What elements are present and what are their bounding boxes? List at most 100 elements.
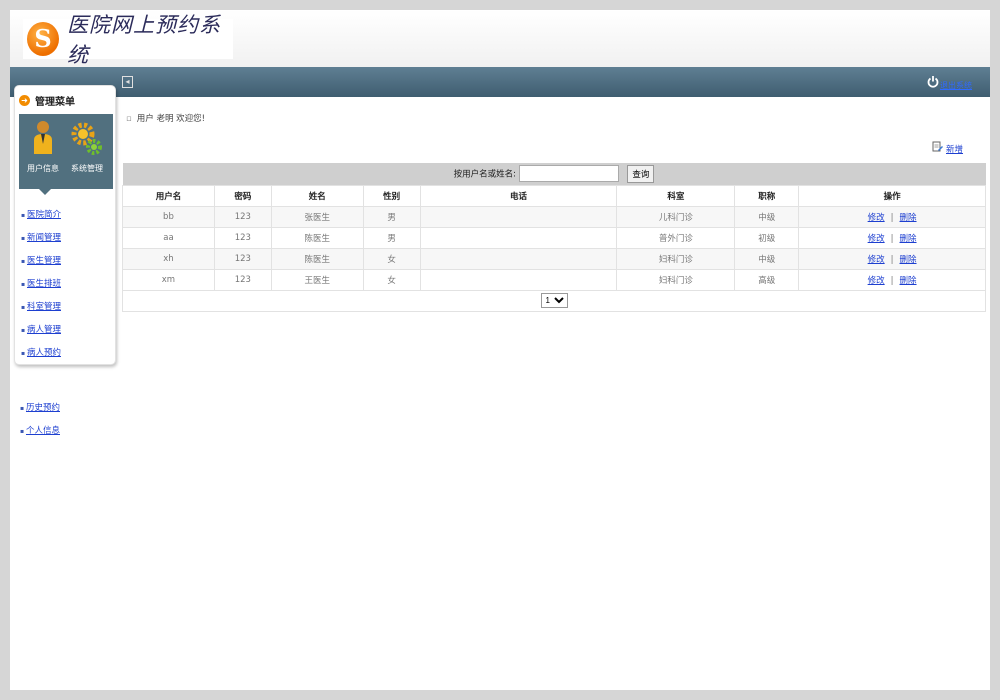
role-label: 用户信息 bbox=[27, 164, 59, 173]
edit-link[interactable]: 修改 bbox=[868, 276, 885, 286]
table-row: aa 123 陈医生 男 普外门诊 初级 修改 | 删除 bbox=[122, 226, 986, 249]
separator: | bbox=[890, 233, 894, 244]
pager-row: 1 bbox=[122, 289, 986, 312]
role-system-admin[interactable]: 系统管理 bbox=[67, 120, 107, 174]
sidebar-link[interactable]: 医院简介 bbox=[27, 210, 61, 220]
sidebar: ➜ 管理菜单 用户信息 系统管理 ▪ 医院简介 ▪ 新闻管理 ▪ 医生管理 ▪ … bbox=[14, 85, 116, 365]
edit-link[interactable]: 修改 bbox=[868, 234, 885, 244]
top-bar: ◂ 退出系统 bbox=[10, 67, 990, 97]
search-input[interactable] bbox=[518, 165, 619, 183]
cell-gender: 女 bbox=[362, 268, 421, 291]
sidebar-item-history: 历史预约 bbox=[20, 401, 60, 424]
app-title: 医院网上预约系统 bbox=[67, 13, 222, 67]
page-select[interactable]: 1 bbox=[540, 293, 568, 308]
cell-actions: 修改 | 删除 bbox=[798, 247, 986, 270]
menu-title: 管理菜单 bbox=[35, 96, 75, 108]
search-row: 按用户名或姓名: 查询 bbox=[122, 163, 986, 185]
cell-phone bbox=[419, 247, 618, 270]
column-header: 姓名 bbox=[270, 184, 364, 207]
sidebar-item-doctors: 医生管理 bbox=[21, 254, 115, 277]
cell-title: 高级 bbox=[734, 268, 800, 291]
column-header: 职称 bbox=[734, 184, 800, 207]
edit-link[interactable]: 修改 bbox=[868, 255, 885, 265]
cell-username: bb bbox=[122, 205, 215, 228]
welcome-text: 用户 老明 欢迎您! bbox=[136, 114, 206, 124]
sidebar-item-news: 新闻管理 bbox=[21, 231, 115, 254]
column-header: 操作 bbox=[798, 184, 986, 207]
cell-phone bbox=[419, 205, 618, 228]
gear-icon bbox=[71, 122, 102, 155]
table-row: bb 123 张医生 男 儿科门诊 中级 修改 | 删除 bbox=[122, 205, 986, 228]
sidebar-link[interactable]: 个人信息 bbox=[26, 426, 60, 436]
sidebar-link[interactable]: 医生管理 bbox=[27, 256, 61, 266]
cell-name: 陈医生 bbox=[270, 247, 364, 270]
role-label: 系统管理 bbox=[71, 164, 103, 173]
cell-phone bbox=[419, 226, 618, 249]
column-header: 用户名 bbox=[122, 184, 215, 207]
column-header: 性别 bbox=[362, 184, 421, 207]
cell-password: 123 bbox=[213, 205, 272, 228]
cell-name: 王医生 bbox=[270, 268, 364, 291]
table-row: xm 123 王医生 女 妇科门诊 高级 修改 | 删除 bbox=[122, 268, 986, 291]
separator: | bbox=[890, 212, 894, 223]
sidebar-item-profile: 个人信息 bbox=[20, 424, 60, 447]
sidebar-item-departments: 科室管理 bbox=[21, 300, 115, 323]
logo: S 医院网上预约系统 bbox=[23, 13, 233, 67]
search-label: 按用户名或姓名: bbox=[453, 169, 516, 180]
cell-username: xh bbox=[122, 247, 215, 270]
sidebar-link[interactable]: 历史预约 bbox=[26, 403, 60, 413]
sidebar-link[interactable]: 病人预约 bbox=[27, 348, 61, 358]
role-user-info[interactable]: 用户信息 bbox=[23, 120, 63, 174]
sidebar-link[interactable]: 病人管理 bbox=[27, 325, 61, 335]
add-document-icon[interactable] bbox=[932, 141, 943, 153]
user-icon bbox=[34, 121, 52, 154]
cell-phone bbox=[419, 268, 618, 291]
sidebar-menu-overflow: 历史预约 个人信息 bbox=[20, 401, 60, 447]
cell-gender: 男 bbox=[362, 226, 421, 249]
sidebar-link[interactable]: 科室管理 bbox=[27, 302, 61, 312]
table-header-row: 用户名 密码 姓名 性别 电话 科室 职称 操作 bbox=[122, 184, 986, 207]
add-button[interactable]: 新增 bbox=[946, 143, 963, 155]
cell-department: 普外门诊 bbox=[616, 226, 736, 249]
logout-link[interactable]: 退出系统 bbox=[940, 80, 972, 91]
cell-title: 中级 bbox=[734, 247, 800, 270]
user-table: 按用户名或姓名: 查询 用户名 密码 姓名 性别 电话 科室 职称 操作 bb … bbox=[122, 163, 986, 312]
cell-username: aa bbox=[122, 226, 215, 249]
collapse-icon[interactable]: ◂ bbox=[122, 76, 133, 88]
cell-password: 123 bbox=[213, 268, 272, 291]
cell-username: xm bbox=[122, 268, 215, 291]
logo-icon: S bbox=[27, 22, 60, 56]
edit-link[interactable]: 修改 bbox=[868, 213, 885, 223]
power-icon[interactable] bbox=[927, 75, 939, 88]
search-cell: 按用户名或姓名: 查询 bbox=[122, 163, 986, 185]
delete-link[interactable]: 删除 bbox=[900, 234, 917, 244]
cell-actions: 修改 | 删除 bbox=[798, 268, 986, 291]
separator: | bbox=[890, 254, 894, 265]
header: S 医院网上预约系统 bbox=[10, 10, 990, 67]
sidebar-item-schedule: 医生排班 bbox=[21, 277, 115, 300]
sidebar-link[interactable]: 医生排班 bbox=[27, 279, 61, 289]
page: S 医院网上预约系统 ◂ 退出系统 ➜ 管理菜单 用户信息 系统管理 ▪ 医院简… bbox=[10, 10, 990, 690]
delete-link[interactable]: 删除 bbox=[900, 213, 917, 223]
cell-title: 中级 bbox=[734, 205, 800, 228]
cell-title: 初级 bbox=[734, 226, 800, 249]
welcome-message: ▫ 用户 老明 欢迎您! bbox=[126, 112, 205, 124]
cell-gender: 女 bbox=[362, 247, 421, 270]
cell-department: 妇科门诊 bbox=[616, 247, 736, 270]
delete-link[interactable]: 删除 bbox=[900, 255, 917, 265]
cell-gender: 男 bbox=[362, 205, 421, 228]
panel-notch bbox=[39, 189, 51, 195]
cell-name: 张医生 bbox=[270, 205, 364, 228]
cell-actions: 修改 | 删除 bbox=[798, 226, 986, 249]
cell-password: 123 bbox=[213, 247, 272, 270]
table-row: xh 123 陈医生 女 妇科门诊 中级 修改 | 删除 bbox=[122, 247, 986, 270]
menu-header: ➜ 管理菜单 bbox=[15, 86, 115, 114]
cell-department: 儿科门诊 bbox=[616, 205, 736, 228]
cell-name: 陈医生 bbox=[270, 226, 364, 249]
column-header: 密码 bbox=[213, 184, 272, 207]
delete-link[interactable]: 删除 bbox=[900, 276, 917, 286]
sidebar-link[interactable]: 新闻管理 bbox=[27, 233, 61, 243]
column-header: 科室 bbox=[616, 184, 736, 207]
arrow-right-icon: ➜ bbox=[19, 94, 30, 106]
search-button[interactable]: 查询 bbox=[627, 164, 655, 183]
